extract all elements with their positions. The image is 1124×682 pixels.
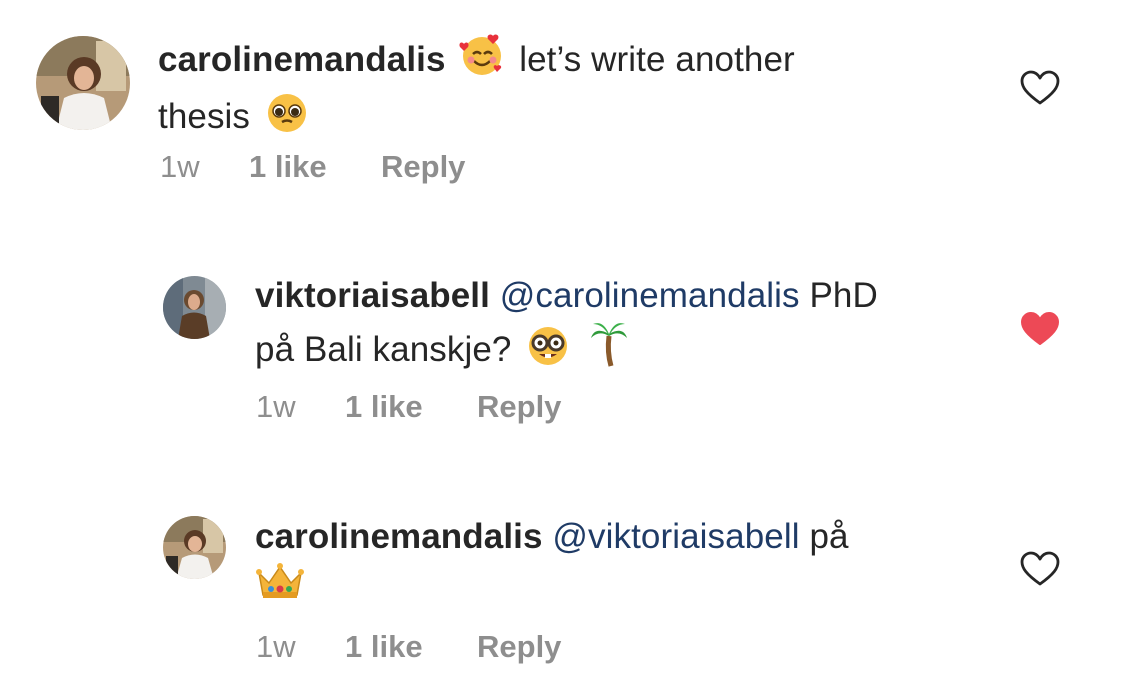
likes-count[interactable]: 1 like (345, 389, 477, 425)
timestamp: 1w (256, 389, 296, 424)
comment-text: carolinemandalis let’s write another the… (158, 32, 978, 146)
comment-text: carolinemandalis @viktoriaisabell på (255, 514, 995, 612)
avatar[interactable] (163, 516, 226, 579)
avatar[interactable] (163, 276, 226, 339)
comment-body: let’s write another (519, 40, 795, 79)
comment-text: viktoriaisabell @carolinemandalis PhD på… (255, 273, 995, 379)
username[interactable]: carolinemandalis (158, 40, 446, 79)
comment-meta: 1w 1 like Reply (160, 149, 465, 185)
username[interactable]: viktoriaisabell (255, 276, 490, 315)
likes-count[interactable]: 1 like (345, 629, 477, 665)
comment-body-line2: på Bali kanskje? (255, 330, 512, 369)
timestamp: 1w (160, 149, 200, 184)
reply-button[interactable]: Reply (381, 149, 465, 185)
comment-body: PhD (809, 276, 878, 315)
crown-icon (255, 559, 305, 612)
mention-link[interactable]: @carolinemandalis (500, 276, 800, 315)
likes-count[interactable]: 1 like (249, 149, 381, 185)
mention-link[interactable]: @viktoriaisabell (552, 517, 799, 556)
nerd-face-icon (525, 322, 571, 379)
comment-meta: 1w 1 like Reply (256, 389, 561, 425)
palm-tree-icon (589, 318, 629, 379)
pleading-face-icon (264, 89, 310, 146)
reply-button[interactable]: Reply (477, 389, 561, 425)
heart-outline-icon[interactable] (1020, 70, 1060, 106)
smiling-face-with-hearts-icon (459, 32, 505, 89)
reply-button[interactable]: Reply (477, 629, 561, 665)
heart-filled-icon[interactable] (1020, 311, 1060, 347)
comment-body-line2: thesis (158, 97, 251, 136)
comment-meta: 1w 1 like Reply (256, 629, 561, 665)
avatar[interactable] (36, 36, 130, 130)
comment-body: på (809, 517, 849, 556)
username[interactable]: carolinemandalis (255, 517, 543, 556)
timestamp: 1w (256, 629, 296, 664)
heart-outline-icon[interactable] (1020, 551, 1060, 587)
